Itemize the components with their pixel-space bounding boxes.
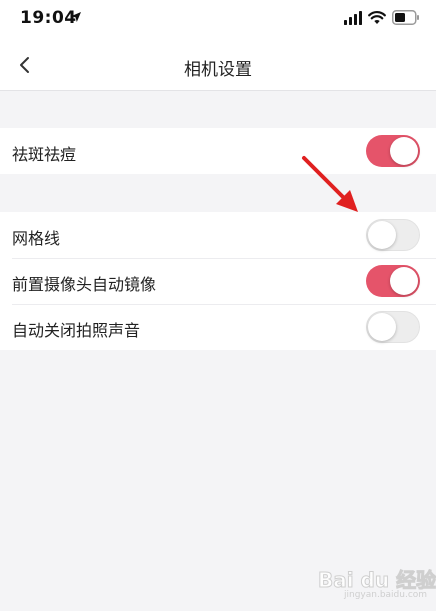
status-time: 19:04	[20, 8, 77, 28]
setting-row-shutter-sound: 自动关闭拍照声音	[0, 304, 436, 350]
toggle-knob	[368, 312, 396, 341]
setting-row-mirror: 前置摄像头自动镜像	[0, 258, 436, 304]
baidu-jingyan-watermark: Bai du 经验 jingyan.baidu.com	[317, 562, 436, 606]
setting-row-grid: 网格线	[0, 212, 436, 258]
annotation-arrow-icon	[302, 156, 358, 212]
blemish-toggle[interactable]	[366, 135, 420, 167]
annotation-arrow-shaft	[302, 156, 350, 204]
nav-bar: 相机设置	[0, 40, 436, 91]
settings-group-camera: 网格线 前置摄像头自动镜像 自动关闭拍照声音	[0, 212, 436, 350]
watermark-sub: jingyan.baidu.com	[344, 590, 428, 600]
grid-lines-toggle[interactable]	[366, 219, 420, 251]
setting-label: 自动关闭拍照声音	[12, 321, 141, 340]
toggle-knob	[390, 137, 418, 165]
setting-label: 网格线	[12, 229, 61, 248]
toggle-knob	[368, 220, 396, 249]
location-arrow-icon	[71, 12, 81, 22]
setting-label: 前置摄像头自动镜像	[12, 275, 157, 294]
wifi-icon	[368, 11, 386, 24]
setting-label: 祛斑祛痘	[12, 145, 77, 164]
settings-group-beauty: 祛斑祛痘	[0, 128, 436, 174]
page-title: 相机设置	[184, 60, 252, 80]
shutter-sound-toggle[interactable]	[366, 311, 420, 343]
setting-row-blemish: 祛斑祛痘	[0, 128, 436, 174]
toggle-knob	[390, 267, 418, 295]
battery-icon	[392, 10, 419, 25]
cellular-signal-icon	[344, 11, 362, 25]
front-camera-mirror-toggle[interactable]	[366, 265, 420, 297]
watermark-text: Bai du 经验	[317, 568, 436, 593]
status-bar: 19:04	[0, 0, 436, 40]
